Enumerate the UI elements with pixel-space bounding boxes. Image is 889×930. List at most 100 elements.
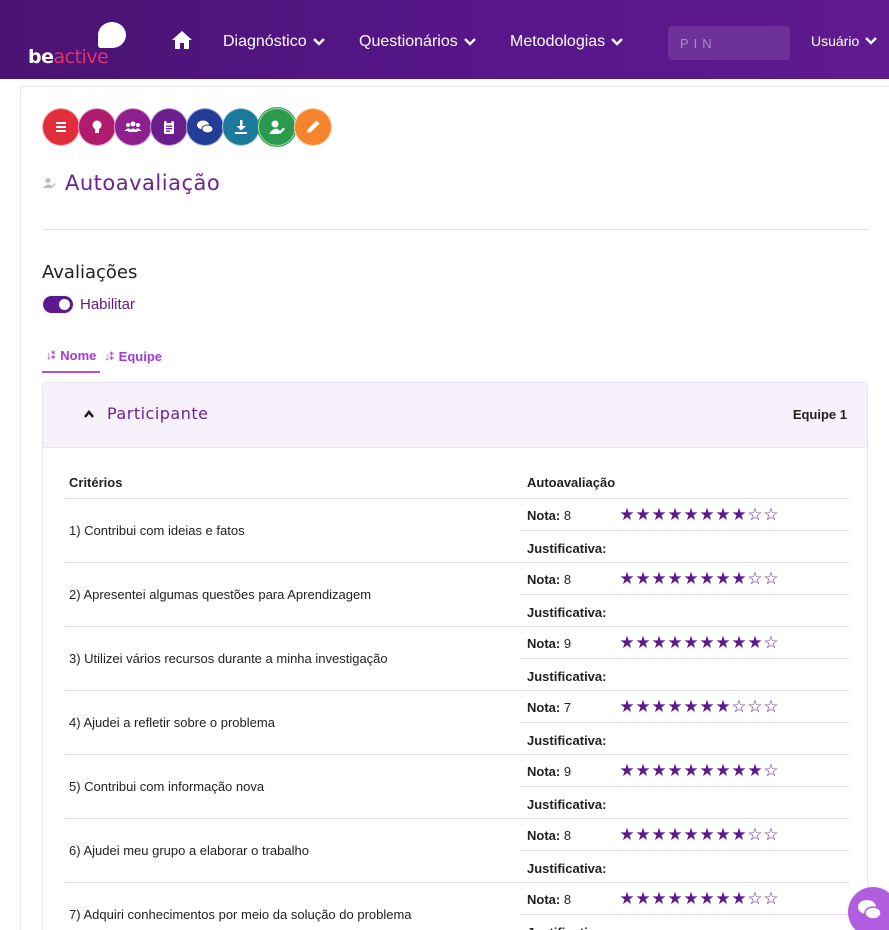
- star-filled-icon: ★: [731, 825, 747, 844]
- home-icon[interactable]: [171, 30, 193, 50]
- pencil-button[interactable]: [294, 108, 332, 146]
- star-empty-icon: ☆: [747, 889, 763, 908]
- nav-questionarios-label: Questionários: [359, 33, 458, 50]
- score-text: Nota: 8: [527, 508, 571, 523]
- list-button[interactable]: [42, 108, 80, 146]
- criterion-text: 4) Ajudei a refletir sobre o problema: [69, 715, 275, 730]
- score-label: Nota:: [527, 764, 561, 779]
- accordion-header[interactable]: Participante Equipe 1: [43, 383, 867, 448]
- nav-user-label: Usuário: [811, 33, 860, 49]
- chevron-down-icon: [865, 37, 878, 45]
- score-label: Nota:: [527, 892, 561, 907]
- star-filled-icon: ★: [715, 761, 731, 780]
- score-text: Nota: 9: [527, 764, 571, 779]
- justification-label: Justificativa:: [527, 925, 606, 930]
- star-empty-icon: ☆: [747, 697, 763, 716]
- star-filled-icon: ★: [699, 633, 715, 652]
- star-empty-icon: ☆: [763, 505, 779, 524]
- clipboard-icon: [164, 120, 174, 134]
- beactive-logo[interactable]: beactive: [28, 22, 128, 68]
- star-filled-icon: ★: [731, 569, 747, 588]
- chat-icon: [197, 120, 214, 134]
- justification-label: Justificativa:: [527, 861, 607, 876]
- star-filled-icon: ★: [683, 633, 699, 652]
- score-value: 8: [563, 828, 572, 843]
- star-filled-icon: ★: [619, 697, 635, 716]
- nav-diagnostico[interactable]: Diagnóstico: [223, 33, 325, 51]
- star-filled-icon: ★: [619, 633, 635, 652]
- lightbulb-button[interactable]: [78, 108, 116, 146]
- criteria-header: Critérios: [69, 475, 123, 490]
- chevron-down-icon: [611, 38, 624, 46]
- score-value: 8: [563, 892, 572, 907]
- score-value: 7: [563, 700, 572, 715]
- star-filled-icon: ★: [731, 761, 747, 780]
- enable-toggle[interactable]: [43, 296, 73, 313]
- chevron-up-icon[interactable]: [84, 410, 94, 418]
- star-empty-icon: ☆: [731, 697, 747, 716]
- star-filled-icon: ★: [699, 825, 715, 844]
- star-filled-icon: ★: [731, 505, 747, 524]
- star-empty-icon: ☆: [763, 825, 779, 844]
- score-cell: Nota: 9 ★ ★ ★ ★ ★ ★ ★ ★ ★ ☆: [521, 627, 849, 659]
- star-rating: ★ ★ ★ ★ ★ ★ ★ ★ ☆ ☆: [619, 890, 779, 907]
- star-filled-icon: ★: [635, 889, 651, 908]
- star-empty-icon: ☆: [747, 505, 763, 524]
- star-empty-icon: ☆: [763, 889, 779, 908]
- enable-toggle-row[interactable]: Habilitar: [43, 296, 135, 313]
- sort-numeric-icon: ↓⁑: [46, 350, 56, 362]
- criterion-text: 2) Apresentei algumas questões para Apre…: [69, 587, 372, 602]
- nav-user-menu[interactable]: Usuário: [811, 33, 878, 49]
- download-button[interactable]: [222, 108, 260, 146]
- nav-questionarios[interactable]: Questionários: [359, 33, 476, 51]
- star-filled-icon: ★: [651, 697, 667, 716]
- star-filled-icon: ★: [699, 761, 715, 780]
- star-rating: ★ ★ ★ ★ ★ ★ ★ ★ ☆ ☆: [619, 570, 779, 587]
- nav-metodologias[interactable]: Metodologias: [510, 33, 624, 51]
- star-filled-icon: ★: [699, 569, 715, 588]
- star-rating: ★ ★ ★ ★ ★ ★ ★ ☆ ☆ ☆: [619, 698, 779, 715]
- users-button[interactable]: [114, 108, 152, 146]
- star-empty-icon: ☆: [747, 825, 763, 844]
- participant-accordion: Participante Equipe 1 Critérios Autoaval…: [42, 382, 868, 930]
- star-filled-icon: ★: [715, 505, 731, 524]
- score-text: Nota: 8: [527, 572, 571, 587]
- user-edit-icon: [43, 178, 56, 188]
- score-text: Nota: 7: [527, 700, 571, 715]
- star-rating: ★ ★ ★ ★ ★ ★ ★ ★ ☆ ☆: [619, 506, 779, 523]
- chat-icon: [858, 900, 882, 920]
- chevron-down-icon: [463, 38, 476, 46]
- star-filled-icon: ★: [667, 697, 683, 716]
- justification-label: Justificativa:: [527, 541, 607, 556]
- criterion-text: 7) Adquiri conhecimentos por meio da sol…: [69, 907, 412, 922]
- pencil-icon: [307, 120, 320, 133]
- star-rating: ★ ★ ★ ★ ★ ★ ★ ★ ☆ ☆: [619, 826, 779, 843]
- sort-by-team-button[interactable]: ↓⁑ Equipe: [100, 349, 166, 372]
- chevron-down-icon: [312, 38, 325, 46]
- star-filled-icon: ★: [715, 569, 731, 588]
- star-filled-icon: ★: [651, 825, 667, 844]
- clipboard-button[interactable]: [150, 108, 188, 146]
- star-filled-icon: ★: [635, 697, 651, 716]
- chat-button[interactable]: [186, 108, 224, 146]
- criterion-text: 1) Contribui com ideias e fatos: [69, 523, 245, 538]
- score-text: Nota: 8: [527, 892, 571, 907]
- pin-input[interactable]: PIN: [668, 26, 790, 60]
- title-divider: [42, 229, 868, 230]
- nav-metodologias-label: Metodologias: [510, 33, 606, 50]
- star-filled-icon: ★: [651, 505, 667, 524]
- star-filled-icon: ★: [683, 569, 699, 588]
- score-label: Nota:: [527, 828, 561, 843]
- star-filled-icon: ★: [699, 697, 715, 716]
- team-name: Equipe 1: [792, 407, 847, 422]
- star-filled-icon: ★: [747, 761, 763, 780]
- top-navbar: beactive Diagnóstico Questionários Metod…: [0, 0, 889, 79]
- user-edit-button[interactable]: [258, 108, 296, 146]
- table-row: 2) Apresentei algumas questões para Apre…: [65, 563, 849, 627]
- table-row: 3) Utilizei vários recursos durante a mi…: [65, 627, 849, 691]
- download-icon: [235, 120, 247, 134]
- table-row: 4) Ajudei a refletir sobre o problema Not…: [65, 691, 849, 755]
- justification-label: Justificativa:: [527, 669, 607, 684]
- star-filled-icon: ★: [667, 825, 683, 844]
- sort-by-name-button[interactable]: ↓⁑ Nome: [42, 348, 101, 373]
